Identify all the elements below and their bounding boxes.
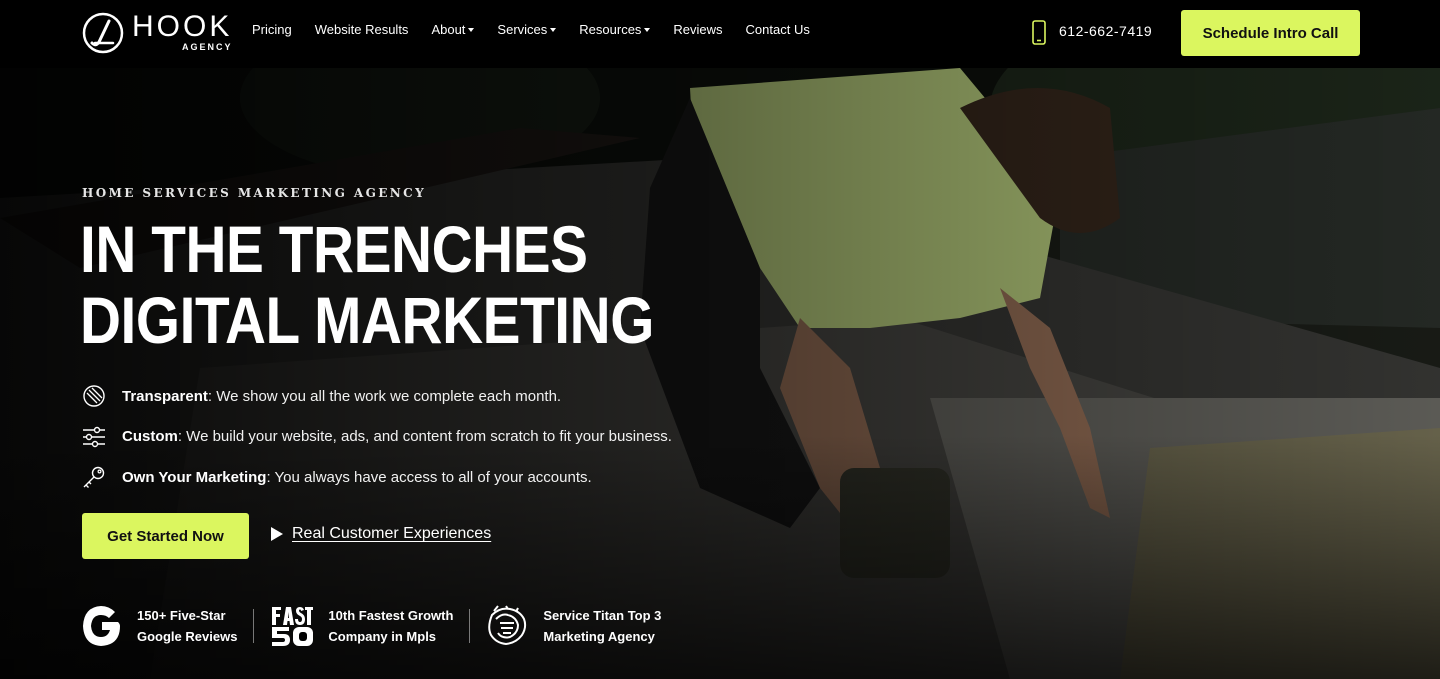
trust-badges: 150+ Five-Star Google Reviews 10th Faste… [82, 605, 661, 647]
nav-label: Services [497, 22, 548, 37]
feature-title: Transparent [122, 387, 208, 405]
hook-logo-mark-icon [82, 12, 124, 54]
badge-line-1: 10th Fastest Growth [328, 608, 454, 623]
phone-link[interactable]: 612-662-7419 [1030, 20, 1152, 46]
nav-label: Website Results [314, 22, 409, 37]
badge-line-1: 150+ Five-Star [137, 608, 226, 623]
feature-description: : You always have access to all of your … [266, 468, 592, 486]
nav-item-pricing[interactable]: Pricing [252, 22, 292, 37]
hook-agency-logo[interactable]: HOOK AGENCY [82, 11, 242, 55]
nav-label: Pricing [252, 22, 292, 37]
logo-wordmark: HOOK [132, 10, 233, 43]
feature-transparent: Transparent: We show you all the work we… [82, 381, 672, 411]
nav-item-reviews[interactable]: Reviews [673, 22, 722, 37]
hero-headline: IN THE TRENCHES DIGITAL MARKETING [80, 214, 654, 356]
caret-down-icon [468, 27, 475, 32]
get-started-now-button[interactable]: Get Started Now [82, 513, 249, 559]
schedule-intro-call-button[interactable]: Schedule Intro Call [1181, 10, 1360, 56]
sliders-icon [83, 426, 105, 447]
badge-line-2: Marketing Agency [543, 629, 655, 644]
hero-eyebrow: HOME SERVICES MARKETING AGENCY [82, 186, 427, 200]
main-nav: Pricing Website Results About Services R… [252, 22, 833, 37]
feature-description: : We show you all the work we complete e… [207, 387, 562, 405]
nav-item-contact-us[interactable]: Contact Us [746, 22, 810, 37]
badge-divider [253, 609, 255, 643]
headline-line-2: DIGITAL MARKETING [80, 283, 654, 357]
mobile-phone-icon [1032, 20, 1046, 45]
nav-label: Resources [579, 22, 642, 37]
nav-item-website-results[interactable]: Website Results [315, 22, 409, 37]
key-icon [83, 466, 105, 488]
hero-section [0, 68, 1440, 679]
real-customer-experiences-link[interactable]: Real Customer Experiences [271, 525, 491, 543]
badge-service-titan: Service Titan Top 3 Marketing Agency [486, 605, 661, 647]
fast-50-logo [272, 607, 314, 646]
transparent-layers-icon [83, 385, 105, 407]
nav-label: Contact Us [745, 22, 810, 37]
service-titan-logo [488, 605, 527, 646]
nav-label: About [431, 22, 466, 37]
feature-title: Custom [122, 428, 178, 445]
feature-title: Own Your Marketing [122, 468, 267, 486]
feature-custom: Custom: We build your website, ads, and … [82, 422, 672, 452]
feature-own-your-marketing: Own Your Marketing: You always have acce… [82, 462, 672, 492]
badge-google-reviews: 150+ Five-Star Google Reviews [82, 605, 237, 647]
caret-down-icon [550, 27, 557, 32]
badge-line-1: Service Titan Top 3 [543, 608, 662, 623]
caret-down-icon [644, 27, 651, 32]
badge-line-2: Company in Mpls [328, 629, 437, 644]
logo-subtitle: AGENCY [182, 42, 233, 52]
play-icon [271, 527, 283, 541]
feature-list: Transparent: We show you all the work we… [82, 381, 672, 503]
phone-number: 612-662-7419 [1059, 23, 1153, 39]
google-g-icon [83, 606, 120, 646]
video-link-label: Real Customer Experiences [292, 525, 492, 542]
badge-line-2: Google Reviews [137, 629, 238, 644]
nav-item-resources[interactable]: Resources [579, 22, 651, 37]
headline-line-1: IN THE TRENCHES [80, 212, 588, 286]
site-header: HOOK AGENCY Pricing Website Results Abou… [0, 0, 1440, 68]
badge-divider [469, 609, 471, 643]
nav-item-services[interactable]: Services [497, 22, 557, 37]
hero-background-video [0, 68, 1440, 679]
badge-fast-50: 10th Fastest Growth Company in Mpls [270, 605, 453, 647]
nav-item-about[interactable]: About [431, 22, 475, 37]
feature-description: : We build your website, ads, and conten… [177, 428, 672, 445]
nav-label: Reviews [673, 22, 723, 37]
